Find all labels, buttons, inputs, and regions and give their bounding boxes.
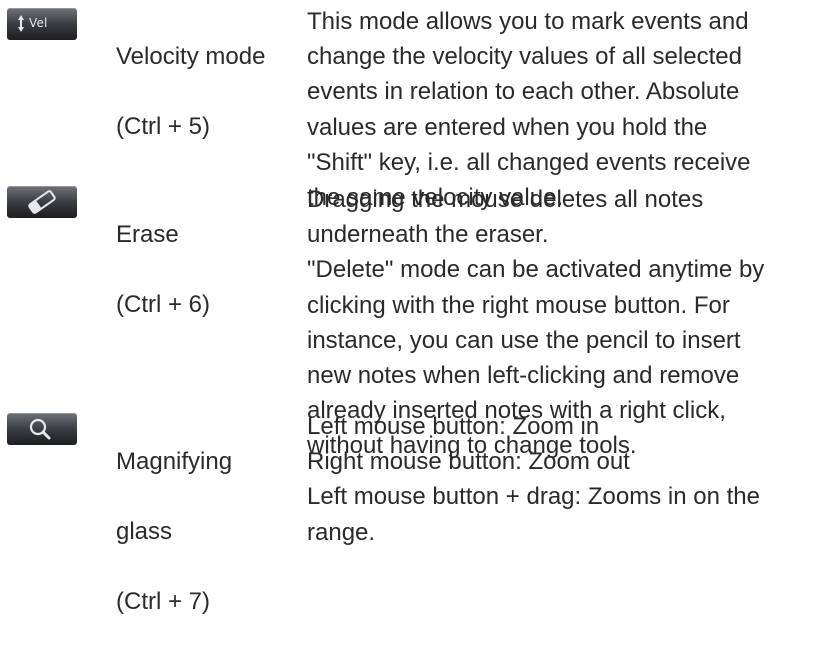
tool-description-magnifying-glass: Left mouse button: Zoom in Right mouse b… <box>307 413 760 546</box>
magnifying-glass-icon <box>7 413 77 445</box>
tool-reference-page: Vel Velocity mode (Ctrl + 5) This mode a… <box>0 0 827 615</box>
tool-name-magnifying-glass: Magnifying glass (Ctrl + 7) <box>116 448 233 615</box>
velocity-icon: Vel <box>7 8 77 40</box>
tool-name-velocity: Velocity mode (Ctrl + 5) <box>116 43 266 140</box>
velocity-icon-label: Vel <box>29 16 48 30</box>
eraser-icon <box>7 186 77 218</box>
tool-name-erase: Erase (Ctrl + 6) <box>116 221 211 318</box>
